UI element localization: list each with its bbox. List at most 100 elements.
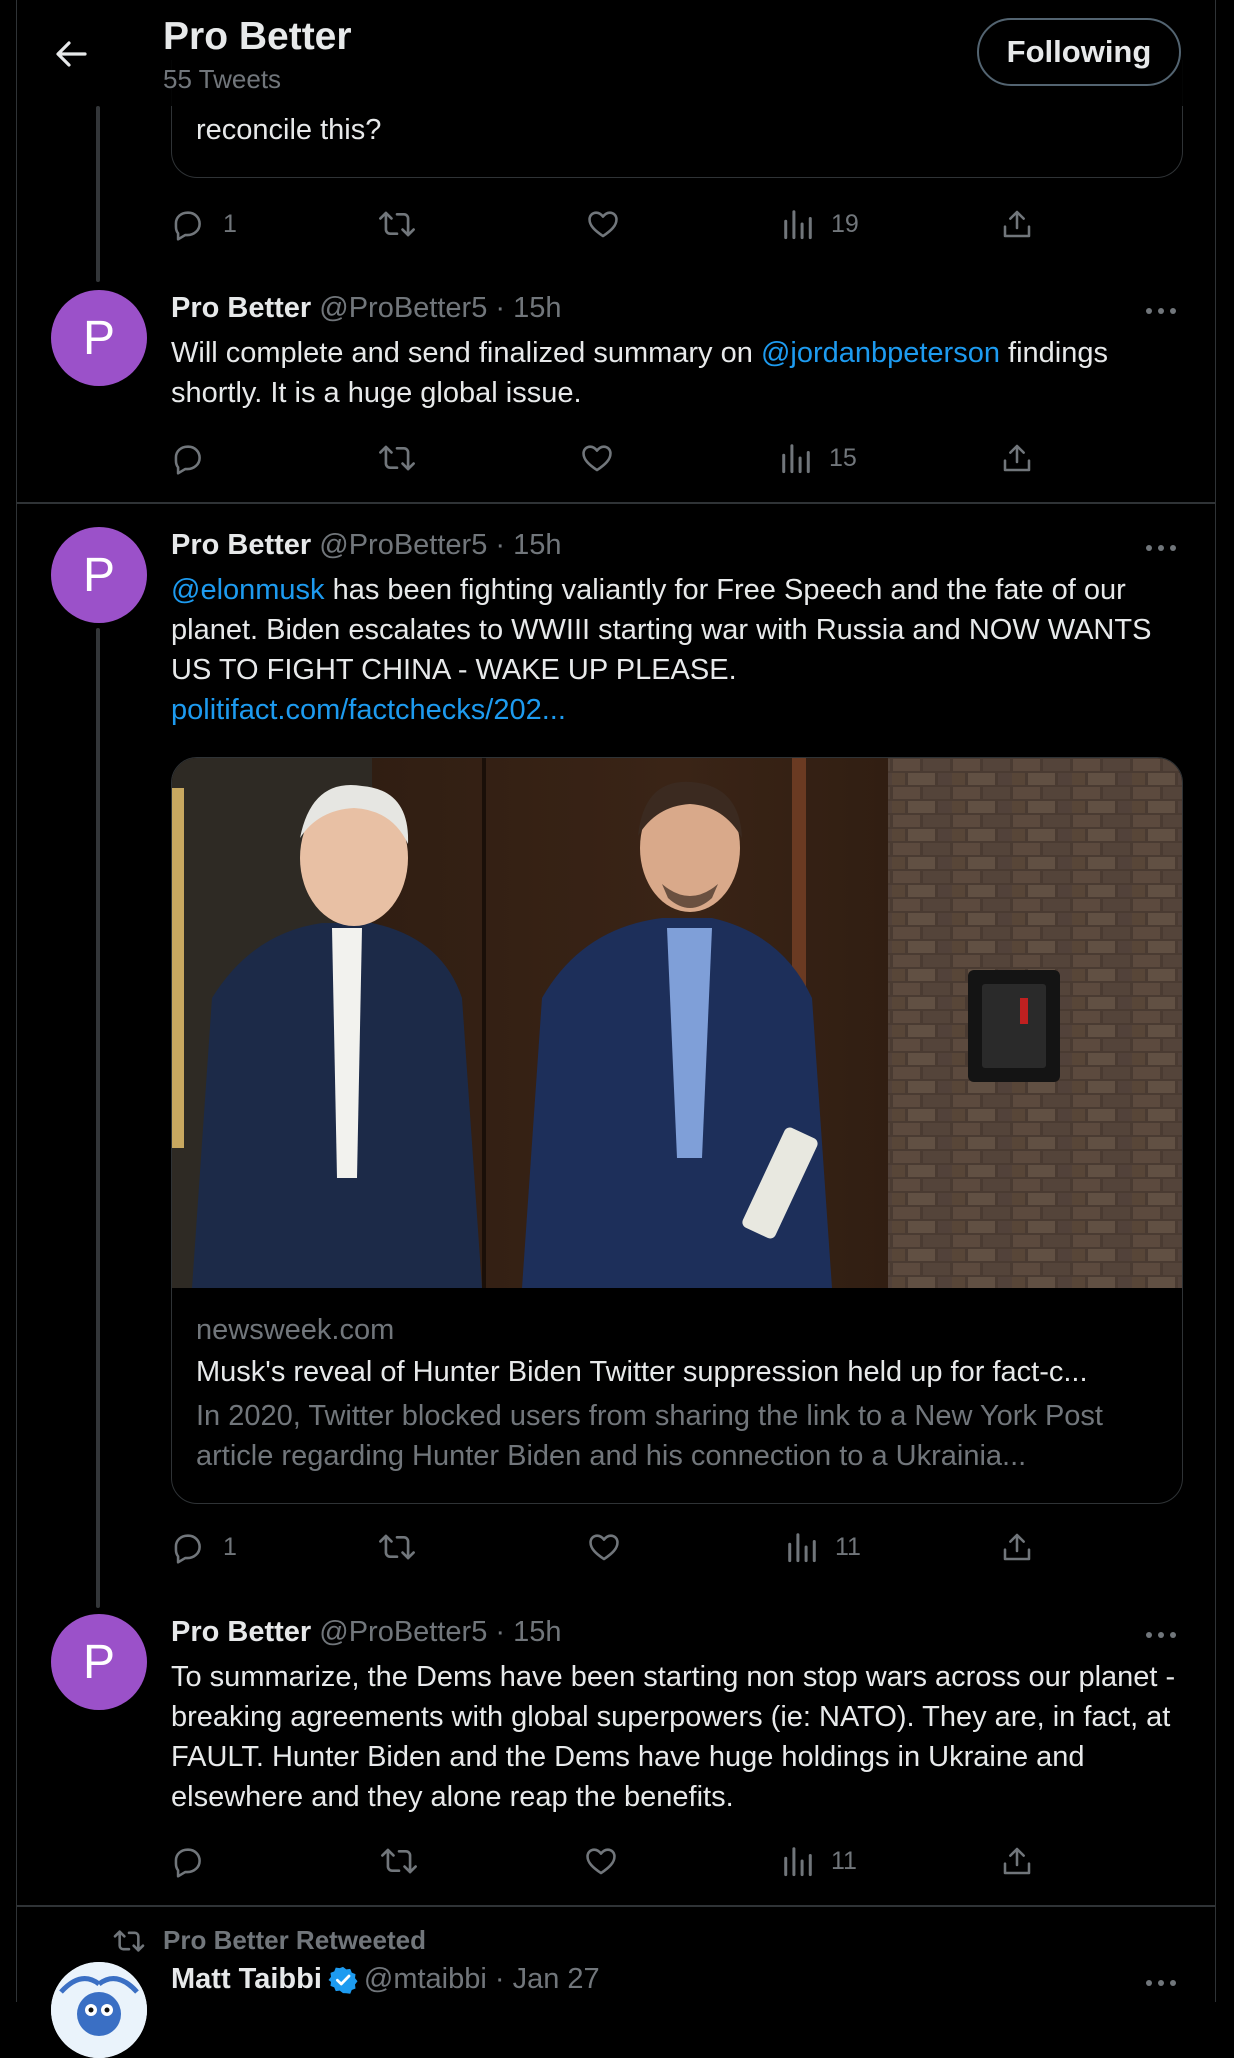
avatar-letter: P — [82, 1635, 115, 1689]
like-button[interactable] — [587, 1530, 639, 1564]
retweet-button[interactable] — [379, 1530, 433, 1564]
profile-name-title: Pro Better — [163, 15, 352, 58]
author-name[interactable]: Pro Better — [171, 292, 311, 324]
back-arrow-icon — [56, 41, 87, 67]
views-count: 11 — [831, 1846, 857, 1875]
following-button[interactable]: Following — [977, 18, 1181, 86]
tweet-text-part: Will complete and send finalized summary… — [171, 337, 761, 369]
retweet-button[interactable] — [379, 207, 433, 241]
external-link[interactable]: politifact.com/factchecks/202... — [171, 694, 566, 726]
article-photo — [172, 758, 1182, 1288]
tweet-count: 55 Tweets — [163, 64, 282, 94]
views-icon — [788, 1533, 816, 1563]
retweet-icon — [379, 211, 415, 237]
reply-button[interactable] — [171, 441, 223, 475]
views-button[interactable]: 11 — [783, 1844, 857, 1878]
tweet-time[interactable]: · Jan 27 — [495, 1963, 600, 1995]
reply-icon — [174, 445, 201, 475]
tweet-text: To summarize, the Dems have been startin… — [171, 1661, 1176, 1813]
more-icon — [1146, 1632, 1176, 1638]
author-handle[interactable]: @mtaibbi — [364, 1963, 487, 1995]
views-button[interactable]: 11 — [787, 1530, 861, 1564]
tweet-header: Pro Better @ProBetter5 · 15h — [171, 292, 562, 325]
divider — [17, 1905, 1215, 1907]
profile-header: Pro Better 55 Tweets Following — [17, 0, 1215, 106]
author-handle[interactable]: @ProBetter5 — [319, 292, 487, 324]
reply-count: 1 — [223, 1532, 237, 1561]
quoted-tweet-text: reconcile this? — [196, 114, 382, 146]
share-button[interactable] — [1001, 1530, 1033, 1564]
retweet-icon — [379, 1534, 415, 1560]
tweet-header: Matt Taibbi @mtaibbi · Jan 27 — [171, 1963, 600, 1996]
views-count: 11 — [835, 1532, 861, 1561]
reply-button[interactable]: 1 — [171, 207, 237, 241]
reply-button[interactable] — [171, 1844, 223, 1878]
share-icon — [1003, 210, 1031, 238]
like-button[interactable] — [580, 441, 632, 475]
article-photo-illustration — [172, 758, 1182, 1288]
link-preview-card[interactable]: newsweek.com Musk's reveal of Hunter Bid… — [171, 757, 1183, 1504]
like-icon — [588, 211, 618, 238]
avatar-letter: P — [82, 311, 115, 365]
reply-count: 1 — [223, 209, 237, 238]
like-icon — [586, 1848, 616, 1875]
tweet-text: @elonmusk has been fighting valiantly fo… — [171, 570, 1195, 730]
retweeted-by-label: Pro Better Retweeted — [163, 1925, 426, 1955]
reply-icon — [174, 1534, 201, 1564]
views-button[interactable]: 15 — [781, 441, 857, 475]
share-icon — [1003, 444, 1031, 472]
retweet-icon — [381, 1848, 417, 1874]
retweet-icon — [113, 1929, 145, 1952]
retweeted-by[interactable]: Pro Better Retweeted — [113, 1925, 426, 1956]
more-icon — [1146, 1980, 1176, 1986]
avatar-illustration — [51, 1962, 147, 2058]
retweet-button[interactable] — [379, 441, 433, 475]
more-options-button[interactable] — [1141, 1968, 1181, 1998]
card-domain: newsweek.com — [196, 1314, 395, 1346]
share-icon — [1003, 1847, 1031, 1875]
retweet-button[interactable] — [381, 1844, 435, 1878]
like-button[interactable] — [586, 207, 638, 241]
card-description: In 2020, Twitter blocked users from shar… — [196, 1400, 1103, 1472]
more-options-button[interactable] — [1141, 533, 1181, 563]
like-button[interactable] — [584, 1844, 636, 1878]
share-icon — [1003, 1533, 1031, 1561]
reply-button[interactable]: 1 — [171, 1530, 237, 1564]
share-button[interactable] — [1001, 441, 1033, 475]
avatar-letter: P — [82, 548, 115, 602]
tweet-time[interactable]: · 15h — [495, 529, 561, 561]
like-icon — [589, 1534, 619, 1561]
more-options-button[interactable] — [1141, 1620, 1181, 1650]
tweet-header: Pro Better @ProBetter5 · 15h — [171, 1616, 562, 1649]
timeline-column: Pro Better 55 Tweets Following reconcile… — [16, 0, 1216, 2058]
views-count: 19 — [831, 209, 859, 238]
more-icon — [1146, 545, 1176, 551]
author-name[interactable]: Pro Better — [171, 529, 311, 561]
tweet-text: Will complete and send finalized summary… — [171, 333, 1195, 413]
avatar[interactable] — [51, 1962, 147, 2058]
mention-link[interactable]: @elonmusk — [171, 574, 325, 606]
avatar[interactable]: P — [51, 290, 147, 386]
divider — [17, 502, 1215, 504]
author-name[interactable]: Pro Better — [171, 1616, 311, 1648]
tweet-time[interactable]: · 15h — [495, 1616, 561, 1648]
verified-badge-icon — [328, 1967, 358, 1995]
views-button[interactable]: 19 — [783, 207, 859, 241]
like-icon — [582, 445, 612, 472]
thread-connector — [96, 628, 100, 1608]
back-button[interactable] — [51, 34, 91, 74]
author-handle[interactable]: @ProBetter5 — [319, 529, 487, 561]
mention-link[interactable]: @jordanbpeterson — [761, 337, 1000, 369]
avatar[interactable]: P — [51, 527, 147, 623]
thread-connector — [96, 106, 100, 282]
tweet-time[interactable]: · 15h — [495, 292, 561, 324]
author-name[interactable]: Matt Taibbi — [171, 1963, 322, 1995]
more-options-button[interactable] — [1141, 296, 1181, 326]
reply-icon — [174, 211, 201, 241]
views-icon — [782, 444, 810, 474]
share-button[interactable] — [1001, 1844, 1033, 1878]
avatar[interactable]: P — [51, 1614, 147, 1710]
share-button[interactable] — [1001, 207, 1033, 241]
author-handle[interactable]: @ProBetter5 — [319, 1616, 487, 1648]
retweet-icon — [379, 445, 415, 471]
